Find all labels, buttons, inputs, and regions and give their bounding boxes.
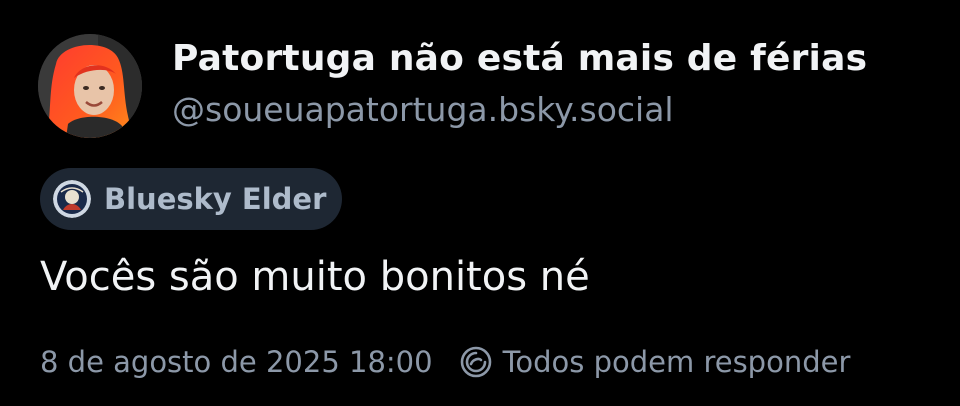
post-meta: 8 de agosto de 2025 18:00 Todos podem re… (40, 340, 850, 384)
reply-settings-icon (459, 345, 493, 379)
reply-setting-label[interactable]: Todos podem responder (503, 345, 851, 379)
avatar[interactable] (38, 34, 142, 138)
author-display-name[interactable]: Patortuga não está mais de férias (172, 38, 867, 79)
post-timestamp[interactable]: 8 de agosto de 2025 18:00 (40, 345, 433, 379)
bluesky-elder-badge-icon (53, 180, 91, 218)
avatar-image (38, 34, 142, 138)
post-text: Vocês são muito bonitos né (40, 254, 590, 300)
badge-label: Bluesky Elder (104, 182, 327, 216)
author-handle[interactable]: @soueuapatortuga.bsky.social (172, 90, 674, 129)
bluesky-elder-badge[interactable]: Bluesky Elder (40, 168, 342, 230)
